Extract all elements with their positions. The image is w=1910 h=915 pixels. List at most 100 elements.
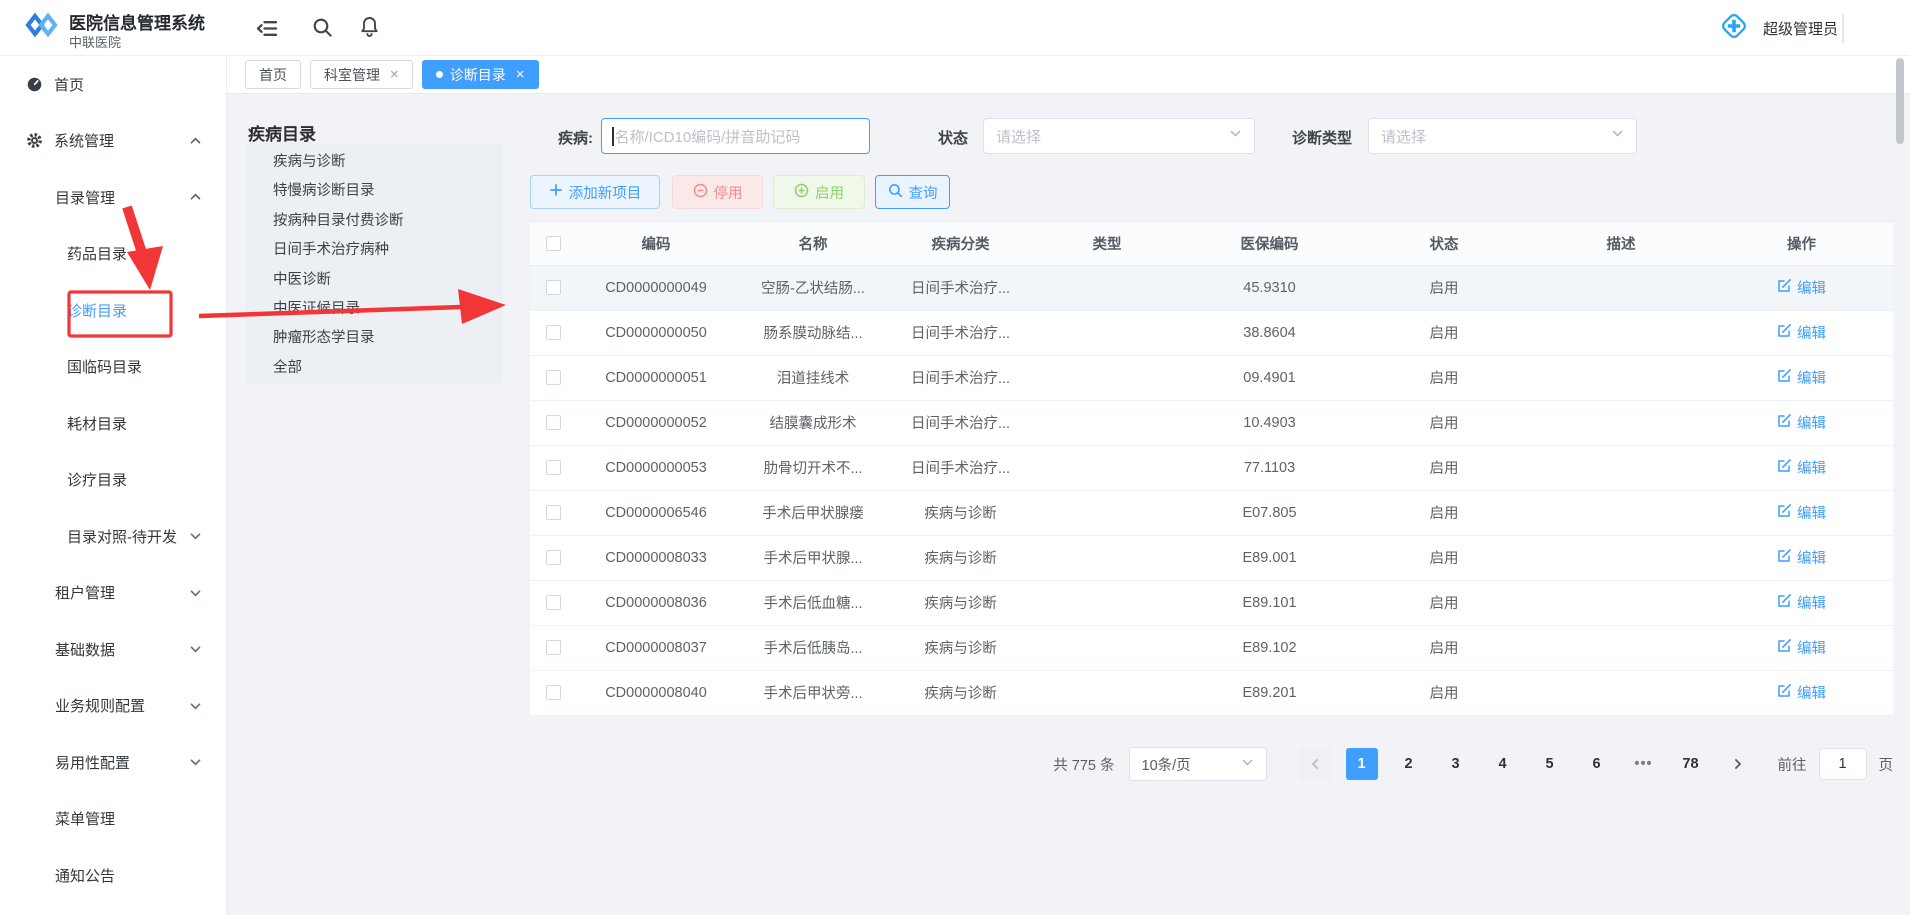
- cell-name: 结膜囊成形术: [736, 400, 890, 445]
- table-row: CD0000008040手术后甲状旁...疾病与诊断E89.201启用编辑: [530, 670, 1893, 715]
- row-checkbox[interactable]: [546, 685, 561, 700]
- sidebar-item-treatment-catalog[interactable]: 诊疗目录: [0, 452, 226, 509]
- page-size-select[interactable]: 10条/页: [1129, 747, 1267, 781]
- select-all-checkbox[interactable]: [546, 236, 561, 251]
- status-filter-label: 状态: [938, 127, 968, 148]
- row-checkbox[interactable]: [546, 325, 561, 340]
- edit-button[interactable]: 编辑: [1777, 322, 1826, 343]
- vertical-scrollbar[interactable]: [1896, 58, 1904, 144]
- close-icon[interactable]: ×: [516, 67, 525, 82]
- edit-button[interactable]: 编辑: [1777, 412, 1826, 433]
- collapse-sidebar-icon[interactable]: [256, 19, 278, 43]
- catalog-item-tcm-diagnosis[interactable]: 中医诊断: [273, 266, 503, 295]
- tab-diagnosis-catalog[interactable]: 诊断目录×: [422, 60, 539, 89]
- row-checkbox[interactable]: [546, 415, 561, 430]
- notification-bell-icon[interactable]: [360, 15, 379, 43]
- enable-label: 启用: [815, 182, 844, 203]
- row-checkbox[interactable]: [546, 550, 561, 565]
- disable-label: 停用: [714, 182, 743, 203]
- row-checkbox[interactable]: [546, 595, 561, 610]
- catalog-item-per-disease-payment[interactable]: 按病种目录付费诊断: [273, 207, 503, 236]
- add-item-button[interactable]: 添加新项目: [530, 175, 660, 209]
- sidebar-item-home[interactable]: 首页: [0, 56, 226, 113]
- sidebar-item-notice[interactable]: 通知公告: [0, 847, 226, 904]
- edit-button[interactable]: 编辑: [1777, 277, 1826, 298]
- pagination-ellipsis[interactable]: •••: [1628, 748, 1660, 780]
- table-row: CD0000000053肋骨切开术不...日间手术治疗...77.1103启用编…: [530, 445, 1893, 490]
- table-row: CD0000008037手术后低胰岛...疾病与诊断E89.102启用编辑: [530, 625, 1893, 670]
- page-button-6[interactable]: 6: [1581, 748, 1613, 780]
- catalog-item-special-chronic[interactable]: 特慢病诊断目录: [273, 177, 503, 206]
- search-icon[interactable]: [312, 17, 333, 43]
- disable-button[interactable]: 停用: [672, 175, 763, 209]
- sidebar-item-label: 业务规则配置: [55, 695, 145, 716]
- cell-action: 编辑: [1710, 400, 1893, 445]
- row-checkbox[interactable]: [546, 370, 561, 385]
- enable-button[interactable]: 启用: [773, 175, 865, 209]
- cell-type: [1031, 535, 1183, 580]
- sidebar-item-system-management[interactable]: 系统管理: [0, 113, 226, 170]
- edit-button[interactable]: 编辑: [1777, 367, 1826, 388]
- edit-button[interactable]: 编辑: [1777, 592, 1826, 613]
- query-button[interactable]: 查询: [875, 175, 950, 209]
- tab-department-management[interactable]: 科室管理×: [310, 60, 413, 89]
- cell-insurance-code: E89.102: [1183, 625, 1356, 670]
- cell-insurance-code: 10.4903: [1183, 400, 1356, 445]
- sidebar-item-diagnosis-catalog[interactable]: 诊断目录: [0, 282, 226, 339]
- sidebar-item-catalog-mapping[interactable]: 目录对照-待开发: [0, 508, 226, 565]
- row-checkbox[interactable]: [546, 640, 561, 655]
- disease-search-input[interactable]: 名称/ICD10编码/拼音助记码: [601, 118, 870, 154]
- cell-name: 手术后甲状旁...: [736, 670, 890, 715]
- row-checkbox[interactable]: [546, 505, 561, 520]
- table-row: CD0000000052结膜囊成形术日间手术治疗...10.4903启用编辑: [530, 400, 1893, 445]
- sidebar-item-drug-catalog[interactable]: 药品目录: [0, 226, 226, 283]
- sidebar-item-business-rules[interactable]: 业务规则配置: [0, 678, 226, 735]
- sidebar-item-tenant-management[interactable]: 租户管理: [0, 565, 226, 622]
- diagnosis-type-select[interactable]: 请选择: [1368, 118, 1637, 154]
- tab-home[interactable]: 首页: [245, 60, 301, 89]
- user-menu[interactable]: 超级管理员: [1717, 0, 1838, 56]
- goto-page-input[interactable]: [1819, 748, 1867, 780]
- chevron-down-icon: [189, 530, 202, 543]
- header-divider: [1842, 14, 1844, 43]
- status-select[interactable]: 请选择: [983, 118, 1255, 154]
- sidebar-item-menu-management[interactable]: 菜单管理: [0, 791, 226, 848]
- page-button-5[interactable]: 5: [1534, 748, 1566, 780]
- edit-label: 编辑: [1797, 277, 1826, 298]
- chevron-down-icon: [1611, 127, 1624, 145]
- catalog-item-disease-diagnosis[interactable]: 疾病与诊断: [273, 148, 503, 177]
- sidebar-item-usability-config[interactable]: 易用性配置: [0, 734, 226, 791]
- catalog-item-tcm-syndrome[interactable]: 中医证候目录: [273, 295, 503, 324]
- column-header: 编码: [576, 223, 736, 265]
- sidebar-item-catalog-management[interactable]: 目录管理: [0, 169, 226, 226]
- catalog-item-day-surgery[interactable]: 日间手术治疗病种: [273, 236, 503, 265]
- page-button-4[interactable]: 4: [1487, 748, 1519, 780]
- next-page-button[interactable]: [1722, 748, 1754, 780]
- catalog-item-tumor-morphology[interactable]: 肿瘤形态学目录: [273, 324, 503, 353]
- catalog-item-all[interactable]: 全部: [273, 354, 503, 383]
- prev-page-button[interactable]: [1299, 748, 1331, 780]
- edit-icon: [1777, 413, 1792, 432]
- row-checkbox[interactable]: [546, 280, 561, 295]
- page-button-1[interactable]: 1: [1346, 748, 1378, 780]
- row-checkbox[interactable]: [546, 460, 561, 475]
- diagnosis-table: 编码名称疾病分类类型医保编码状态描述操作 CD0000000049空肠-乙状结肠…: [530, 223, 1893, 716]
- main-content: 首页科室管理×诊断目录× 疾病目录 疾病与诊断特慢病诊断目录按病种目录付费诊断日…: [227, 56, 1910, 915]
- cell-action: 编辑: [1710, 535, 1893, 580]
- edit-button[interactable]: 编辑: [1777, 637, 1826, 658]
- edit-button[interactable]: 编辑: [1777, 457, 1826, 478]
- chevron-down-icon: [189, 586, 202, 599]
- sidebar-item-basic-data[interactable]: 基础数据: [0, 621, 226, 678]
- user-name: 超级管理员: [1763, 18, 1838, 39]
- sidebar-item-national-code-catalog[interactable]: 国临码目录: [0, 339, 226, 396]
- page-button-3[interactable]: 3: [1440, 748, 1472, 780]
- sidebar-item-consumable-catalog[interactable]: 耗材目录: [0, 395, 226, 452]
- close-icon[interactable]: ×: [390, 67, 399, 82]
- cell-status: 启用: [1356, 490, 1532, 535]
- sidebar-item-label: 目录管理: [55, 187, 115, 208]
- edit-button[interactable]: 编辑: [1777, 682, 1826, 703]
- edit-button[interactable]: 编辑: [1777, 502, 1826, 523]
- edit-button[interactable]: 编辑: [1777, 547, 1826, 568]
- page-button-78[interactable]: 78: [1675, 748, 1707, 780]
- page-button-2[interactable]: 2: [1393, 748, 1425, 780]
